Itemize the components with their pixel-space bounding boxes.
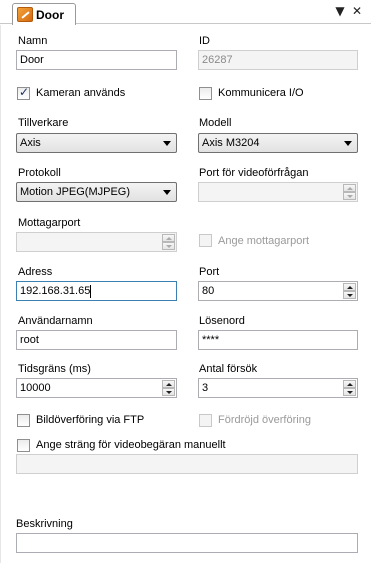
video-port-label: Port för videoförfrågan: [199, 167, 309, 179]
username-label: Användarnamn: [18, 315, 93, 327]
timeout-stepper[interactable]: 10000: [16, 378, 177, 398]
delayed-transfer-checkbox: [199, 414, 212, 427]
close-icon[interactable]: ✕: [350, 3, 364, 19]
spin-down-icon[interactable]: [162, 388, 175, 396]
manufacturer-value: Axis: [20, 137, 41, 149]
spin-buttons: [162, 234, 175, 250]
address-input[interactable]: 192.168.31.65: [16, 281, 177, 301]
address-label: Adress: [18, 266, 53, 278]
spin-down-icon: [343, 192, 356, 200]
chevron-down-icon: [163, 141, 171, 146]
spin-buttons[interactable]: [343, 283, 356, 299]
password-label: Lösenord: [199, 315, 245, 327]
attempts-value: 3: [202, 382, 209, 394]
manual-string-label: Ange sträng för videobegäran manuellt: [36, 439, 226, 451]
protocol-label: Protokoll: [18, 167, 61, 179]
model-value: Axis M3204: [202, 137, 260, 149]
attempts-stepper[interactable]: 3: [198, 378, 358, 398]
manual-string-input: [16, 454, 358, 474]
tab-door[interactable]: Door: [12, 3, 76, 25]
camera-used-checkbox[interactable]: [17, 85, 30, 100]
spin-up-icon[interactable]: [343, 380, 356, 388]
id-field: 26287: [198, 50, 358, 70]
camera-door-icon: [17, 7, 33, 22]
timeout-value: 10000: [20, 382, 51, 394]
password-input[interactable]: ****: [198, 330, 358, 350]
spin-up-icon[interactable]: [343, 283, 356, 291]
receive-port-label: Mottagarport: [18, 217, 81, 229]
protocol-select[interactable]: Motion JPEG(MJPEG): [16, 182, 177, 202]
spin-down-icon: [162, 242, 175, 250]
model-label: Modell: [199, 117, 232, 129]
chevron-down-icon: [163, 190, 171, 195]
name-label: Namn: [18, 35, 48, 47]
spin-up-icon: [343, 184, 356, 192]
delayed-transfer-label: Fördröjd överföring: [218, 414, 311, 426]
protocol-value: Motion JPEG(MJPEG): [20, 186, 131, 198]
communicate-io-label: Kommunicera I/O: [218, 87, 304, 99]
manufacturer-label: Tillverkare: [18, 117, 69, 129]
description-input[interactable]: [16, 533, 358, 553]
receive-port-stepper: [16, 232, 177, 252]
video-port-stepper: [198, 182, 358, 202]
spin-down-icon[interactable]: [343, 291, 356, 299]
port-stepper[interactable]: 80: [198, 281, 358, 301]
ftp-label: Bildöverföring via FTP: [36, 414, 145, 426]
id-label: ID: [199, 35, 210, 47]
spin-buttons: [343, 184, 356, 200]
communicate-io-checkbox[interactable]: [199, 87, 212, 100]
port-value: 80: [202, 285, 215, 297]
attempts-label: Antal försök: [199, 363, 258, 375]
timeout-label: Tidsgräns (ms): [18, 363, 91, 375]
ftp-checkbox[interactable]: [17, 414, 30, 427]
tab-bar: Door ▼ ✕: [0, 0, 371, 25]
spin-up-icon: [162, 234, 175, 242]
spin-up-icon[interactable]: [162, 380, 175, 388]
dropdown-arrow-icon[interactable]: ▼: [333, 3, 347, 19]
specify-receive-port-label: Ange mottagarport: [218, 235, 310, 247]
username-input[interactable]: root: [16, 330, 177, 350]
manual-string-checkbox[interactable]: [17, 439, 30, 452]
model-select[interactable]: Axis M3204: [198, 133, 358, 153]
spin-buttons[interactable]: [162, 380, 175, 396]
description-label: Beskrivning: [16, 518, 73, 530]
address-value: 192.168.31.65: [20, 285, 91, 297]
spin-down-icon[interactable]: [343, 388, 356, 396]
name-input[interactable]: Door: [16, 50, 177, 70]
text-caret: [90, 284, 92, 298]
camera-settings-panel: Namn Door ID 26287 Kameran används Kommu…: [0, 25, 371, 563]
chevron-down-icon: [344, 141, 352, 146]
tab-title: Door: [36, 7, 64, 22]
port-label: Port: [199, 266, 220, 278]
specify-receive-port-checkbox: [199, 234, 212, 247]
spin-buttons[interactable]: [343, 380, 356, 396]
manufacturer-select[interactable]: Axis: [16, 133, 177, 153]
camera-used-label: Kameran används: [36, 87, 126, 99]
